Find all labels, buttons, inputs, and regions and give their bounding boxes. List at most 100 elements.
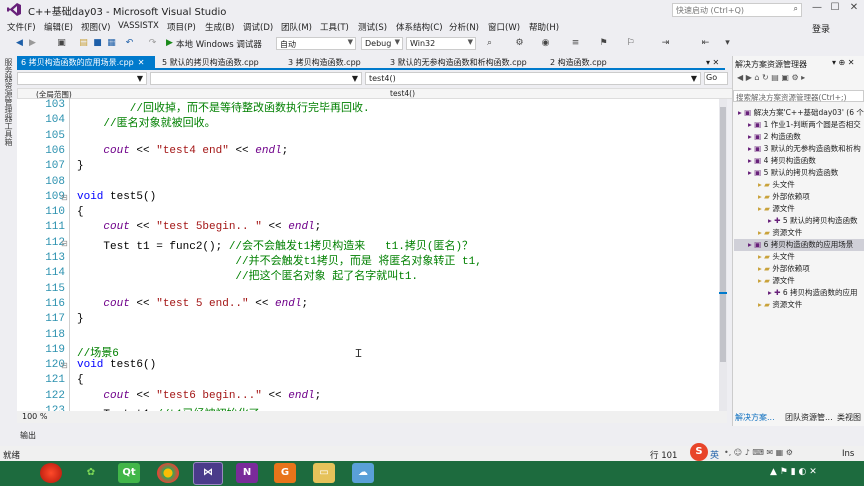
onenote-icon[interactable]: N	[236, 463, 258, 483]
editor-vertical-scrollbar[interactable]	[719, 99, 727, 411]
menu-tools[interactable]: 工具(T)	[320, 21, 349, 33]
solution-tree-item[interactable]: ▸ ▣ 3 默认的无参构造函数和析构	[734, 143, 864, 155]
tab-overflow-icon[interactable]: ▾ ✕	[706, 58, 719, 67]
output-tab[interactable]: 输出	[20, 430, 36, 441]
undo-icon[interactable]: ↶	[124, 38, 135, 49]
bookmark-icon[interactable]: ⚑	[598, 38, 609, 49]
editor-horizontal-scrollbar[interactable]	[17, 411, 727, 423]
maximize-button[interactable]: ☐	[826, 2, 844, 16]
fold-toggle-icon[interactable]: ⊟	[61, 239, 68, 248]
file-explorer-icon[interactable]: ▭	[313, 463, 335, 483]
start-debug-icon[interactable]: ▶	[164, 38, 175, 49]
close-button[interactable]: ✕	[845, 2, 863, 16]
tab-class-view[interactable]: 类视图	[837, 412, 861, 423]
quick-launch-input[interactable]: 快速启动 (Ctrl+Q) ⌕	[672, 3, 802, 17]
se-toolbar-icons[interactable]: ◀ ▶ ⌂ ↻ ▤ ▣ ⚙ ▸	[737, 73, 805, 82]
redo-icon[interactable]: ↷	[147, 38, 158, 49]
solution-tree-item[interactable]: ▸ ▰ 源文件	[734, 275, 864, 287]
solution-tree-item[interactable]: ▸ ▣ 4 拷贝构造函数	[734, 155, 864, 167]
menu-analyze[interactable]: 分析(N)	[449, 21, 479, 33]
solution-tree-item[interactable]: ▸ ▣ 1 作业1-判断两个圆是否相交	[734, 119, 864, 131]
solution-tree-item[interactable]: ▸ ✚ 6 拷贝构造函数的应用	[734, 287, 864, 299]
tab-solution-explorer[interactable]: 解决方案...	[735, 412, 775, 423]
menu-debug[interactable]: 调试(D)	[243, 21, 273, 33]
solution-tree-item[interactable]: ▸ ▰ 外部依赖项	[734, 191, 864, 203]
solution-tree-item[interactable]: ▸ ▰ 资源文件	[734, 227, 864, 239]
close-tab-icon[interactable]: ✕	[138, 58, 145, 67]
sogou-ime-icon[interactable]: S	[690, 443, 708, 461]
menu-view[interactable]: 视图(V)	[81, 21, 110, 33]
tab-file-3b[interactable]: 3 默认的无参构造函数和析构函数.cpp	[386, 56, 544, 69]
menu-help[interactable]: 帮助(H)	[529, 21, 559, 33]
comment-icon[interactable]: ≡	[570, 38, 581, 49]
solution-explorer-search[interactable]: 搜索解决方案资源管理器(Ctrl+;)	[733, 90, 864, 102]
login-link[interactable]: 登录	[812, 22, 830, 35]
go-button[interactable]: Go	[704, 72, 728, 85]
tab-file-3a[interactable]: 3 拷贝构造函数.cpp	[284, 56, 382, 69]
member-nav-select[interactable]: test4() ▼	[365, 72, 701, 85]
menu-file[interactable]: 文件(F)	[7, 21, 36, 33]
start-debug-button[interactable]: 本地 Windows 调试器	[176, 38, 262, 50]
project-nav-select[interactable]: ▼	[17, 72, 147, 85]
breakpoint-icon[interactable]: ◉	[540, 38, 551, 49]
attach-icon[interactable]: ⚙	[514, 38, 525, 49]
save-icon[interactable]: ■	[92, 38, 103, 49]
menu-build[interactable]: 生成(B)	[205, 21, 234, 33]
fold-toggle-icon[interactable]: ⊟	[61, 361, 68, 370]
tab-file-2[interactable]: 2 构造函数.cpp	[546, 56, 640, 69]
forward-icon[interactable]: ▶	[27, 38, 38, 49]
build-config-select[interactable]: Debug ▼	[361, 37, 403, 50]
qt-creator-icon[interactable]: Qt	[118, 463, 140, 483]
outdent-icon[interactable]: ⇤	[700, 38, 711, 49]
platform-select[interactable]: Win32 ▼	[406, 37, 476, 50]
scope-bar[interactable]: (全局范围) test4()	[17, 88, 737, 99]
minimize-button[interactable]: —	[808, 2, 826, 16]
menu-architecture[interactable]: 体系结构(C)	[396, 21, 443, 33]
new-project-icon[interactable]: ▣	[56, 38, 67, 49]
menu-test[interactable]: 测试(S)	[358, 21, 387, 33]
scope-nav-select[interactable]: ▼	[150, 72, 362, 85]
menu-window[interactable]: 窗口(W)	[488, 21, 520, 33]
save-all-icon[interactable]: ▦	[106, 38, 117, 49]
visual-studio-taskbar-icon[interactable]: ⋈	[193, 462, 223, 485]
menu-vassistx[interactable]: VASSISTX	[118, 21, 159, 31]
app-green-icon[interactable]: ✿	[80, 463, 102, 483]
solution-tree-item[interactable]: ▸ ▣ 6 拷贝构造函数的应用场景	[734, 239, 864, 251]
find-icon[interactable]: ⌕	[484, 38, 495, 49]
solution-tree-item[interactable]: ▸ ▰ 头文件	[734, 251, 864, 263]
fold-toggle-icon[interactable]: ⊟	[61, 193, 68, 202]
indent-icon[interactable]: ⇥	[660, 38, 671, 49]
menu-edit[interactable]: 编辑(E)	[44, 21, 73, 33]
tray-icons[interactable]: ▲ ⚑ ▮ ◐ ✕	[770, 467, 817, 477]
remote-app-icon[interactable]: ☁	[352, 463, 374, 483]
tab-team-explorer[interactable]: 团队资源管...	[785, 412, 833, 423]
code-editor[interactable]: 103 //回收掉，而不是等待整改函数执行完毕再回收. 104 //匿名对象就被回…	[17, 99, 719, 411]
solution-config-select[interactable]: 自动 ▼	[276, 37, 356, 50]
menu-project[interactable]: 项目(P)	[167, 21, 196, 33]
solution-tree-item[interactable]: ▸ ✚ 5 默认的拷贝构造函数	[734, 215, 864, 227]
bookmark-next-icon[interactable]: ⚐	[625, 38, 636, 49]
ime-language[interactable]: 英	[710, 448, 719, 461]
chrome-icon[interactable]	[157, 463, 179, 483]
solution-tree-item[interactable]: ▸ ▰ 外部依赖项	[734, 263, 864, 275]
scrollbar-thumb[interactable]	[720, 107, 726, 362]
solution-tree-item[interactable]: ▸ ▰ 资源文件	[734, 299, 864, 311]
toolbox-tab[interactable]: 工具箱	[3, 122, 14, 146]
start-icon[interactable]	[40, 463, 62, 483]
menu-team[interactable]: 团队(M)	[281, 21, 312, 33]
solution-tree-item[interactable]: ▸ ▰ 头文件	[734, 179, 864, 191]
solution-tree-item[interactable]: ▸ ▰ 源文件	[734, 203, 864, 215]
solution-tree-item[interactable]: ▸ ▣ 5 默认的拷贝构造函数	[734, 167, 864, 179]
ime-tools-icons[interactable]: •, ☺ ♪ ⌨ ✉ ▦ ⚙	[724, 448, 793, 457]
tab-file-6[interactable]: 6 拷贝构造函数的应用场景.cpp ✕	[17, 56, 155, 69]
solution-tree-item[interactable]: ▸ ▣ 解决方案'C++基础day03' (6 个	[734, 107, 864, 119]
foxit-reader-icon[interactable]: G	[274, 463, 296, 483]
server-explorer-tab[interactable]: 服务器资源管理器	[3, 58, 14, 122]
back-icon[interactable]: ◀	[14, 38, 25, 49]
pin-icon[interactable]: ▾ ⊕ ✕	[832, 58, 855, 67]
solution-tree-item[interactable]: ▸ ▣ 2 构造函数	[734, 131, 864, 143]
open-folder-icon[interactable]: ▤	[78, 38, 89, 49]
toolbar-more-icon[interactable]: ▾	[722, 38, 733, 49]
tab-file-5[interactable]: 5 默认的拷贝构造函数.cpp	[158, 56, 280, 69]
zoom-level-select[interactable]: 100 %	[22, 412, 47, 421]
